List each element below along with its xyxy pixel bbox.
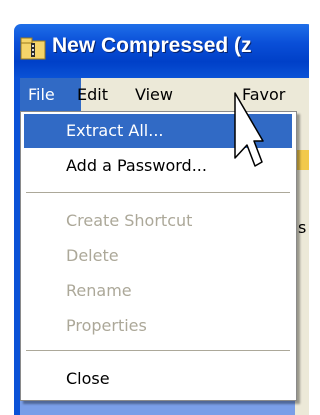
menu-separator	[26, 350, 290, 351]
toolbar-edge: s	[295, 112, 309, 415]
partial-label: s	[298, 218, 307, 237]
zip-folder-icon	[20, 37, 46, 60]
mouse-cursor-icon	[234, 92, 264, 167]
explorer-window: New Compressed (z File Edit View Favor s…	[0, 0, 309, 415]
menu-item-close[interactable]: Close	[24, 362, 292, 396]
menu-bar: File Edit View Favor	[20, 78, 309, 113]
window-title: New Compressed (z	[52, 34, 252, 57]
menu-item-rename[interactable]: Rename	[24, 274, 292, 308]
menu-item-properties[interactable]: Properties	[24, 309, 292, 343]
title-bar[interactable]: New Compressed (z	[14, 24, 309, 78]
folder-icon	[295, 150, 309, 170]
menu-item-create-shortcut[interactable]: Create Shortcut	[24, 204, 292, 238]
menu-edit[interactable]: Edit	[69, 78, 116, 112]
menu-view[interactable]: View	[127, 78, 181, 112]
menu-separator	[26, 192, 290, 193]
menu-item-delete[interactable]: Delete	[24, 239, 292, 273]
